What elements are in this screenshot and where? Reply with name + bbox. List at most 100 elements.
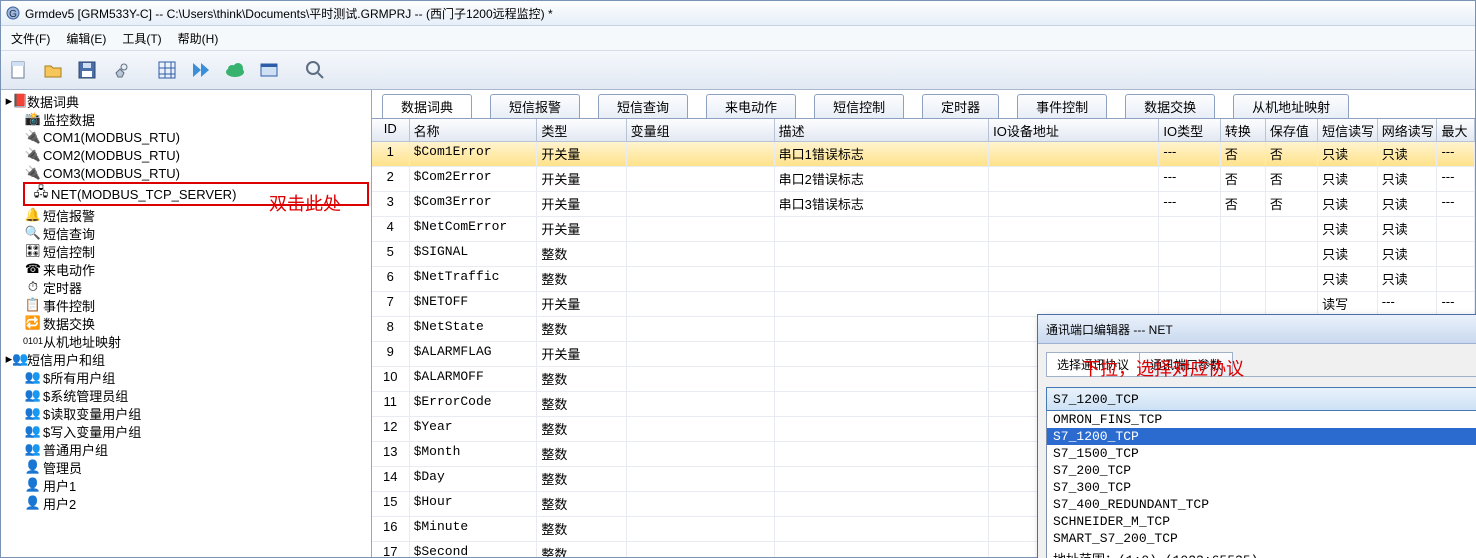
col-iotype[interactable]: IO类型: [1159, 119, 1221, 141]
comm-port-editor-dialog: 通讯端口编辑器 --- NET ✕ 选择通讯协议 通讯端口参数 S7_1200_…: [1037, 314, 1476, 558]
col-ioaddr[interactable]: IO设备地址: [989, 119, 1159, 141]
cell: 只读: [1378, 142, 1438, 166]
cell: 只读: [1378, 192, 1438, 216]
tree-com2[interactable]: 🔌COM2(MODBUS_RTU): [1, 146, 371, 164]
tree-user2[interactable]: 👤用户2: [1, 494, 371, 512]
sidebar-tree[interactable]: ▸📕数据词典 📸监控数据 🔌COM1(MODBUS_RTU) 🔌COM2(MOD…: [1, 90, 372, 557]
control-icon: 🎛: [25, 243, 41, 259]
col-desc[interactable]: 描述: [775, 119, 989, 141]
dialog-title: 通讯端口编辑器 --- NET: [1046, 321, 1173, 338]
save-icon[interactable]: [73, 56, 101, 84]
user-icon: 👤: [25, 495, 41, 511]
tree-data-exchange[interactable]: 🔁数据交换: [1, 314, 371, 332]
col-name[interactable]: 名称: [410, 119, 538, 141]
cell: [775, 392, 989, 416]
svg-text:G: G: [9, 9, 17, 20]
cell: [627, 167, 775, 191]
cell: [627, 542, 775, 557]
tree-event-ctrl[interactable]: 📋事件控制: [1, 296, 371, 314]
tree-com3[interactable]: 🔌COM3(MODBUS_RTU): [1, 164, 371, 182]
clock-icon: ⏱: [25, 279, 41, 295]
tree-group-admin[interactable]: 👥$系统管理员组: [1, 386, 371, 404]
tab-data-exchange[interactable]: 数据交换: [1125, 94, 1215, 118]
tab-slave-map[interactable]: 从机地址映射: [1233, 94, 1349, 118]
col-type[interactable]: 类型: [537, 119, 626, 141]
tree-group-all[interactable]: 👥$所有用户组: [1, 368, 371, 386]
tree-sms-users[interactable]: ▸👥短信用户和组: [1, 350, 371, 368]
cell: 11: [372, 392, 410, 416]
tree-group-write[interactable]: 👥$写入变量用户组: [1, 422, 371, 440]
list-item[interactable]: S7_300_TCP: [1047, 479, 1476, 496]
col-net[interactable]: 网络读写: [1378, 119, 1438, 141]
open-file-icon[interactable]: [39, 56, 67, 84]
tree-timer[interactable]: ⏱定时器: [1, 278, 371, 296]
table-row[interactable]: 5$SIGNAL整数只读只读: [372, 242, 1475, 267]
menu-file[interactable]: 文件(F): [5, 29, 56, 48]
col-save[interactable]: 保存值: [1266, 119, 1318, 141]
list-item-selected[interactable]: S7_1200_TCP: [1047, 428, 1476, 445]
tree-monitor[interactable]: 📸监控数据: [1, 110, 371, 128]
col-max[interactable]: 最大: [1437, 119, 1475, 141]
cell: [627, 292, 775, 316]
cell: [627, 367, 775, 391]
list-item[interactable]: OMRON_FINS_TCP: [1047, 411, 1476, 428]
dialog-titlebar[interactable]: 通讯端口编辑器 --- NET ✕: [1038, 315, 1476, 344]
cell: 整数: [537, 492, 626, 516]
tab-sms-query[interactable]: 短信查询: [598, 94, 688, 118]
window-icon[interactable]: [255, 56, 283, 84]
play-icon[interactable]: [187, 56, 215, 84]
cell: $SIGNAL: [410, 242, 538, 266]
grid-icon[interactable]: [153, 56, 181, 84]
toolbar: [1, 51, 1475, 90]
protocol-listbox[interactable]: OMRON_FINS_TCP S7_1200_TCP S7_1500_TCP S…: [1046, 411, 1476, 558]
map-icon: 0101: [25, 333, 41, 349]
table-row[interactable]: 2$Com2Error开关量串口2错误标志---否否只读只读---: [372, 167, 1475, 192]
menu-edit[interactable]: 编辑(E): [60, 29, 112, 48]
col-group[interactable]: 变量组: [627, 119, 775, 141]
menu-tools[interactable]: 工具(T): [116, 29, 167, 48]
tab-data-dict[interactable]: 数据词典: [382, 94, 472, 118]
tree-group-normal[interactable]: 👥普通用户组: [1, 440, 371, 458]
cell: [775, 417, 989, 441]
tree-sms-control[interactable]: 🎛短信控制: [1, 242, 371, 260]
list-item[interactable]: SCHNEIDER_M_TCP: [1047, 513, 1476, 530]
col-id[interactable]: ID: [372, 119, 410, 141]
search-icon[interactable]: [301, 56, 329, 84]
tree-user-admin[interactable]: 👤管理员: [1, 458, 371, 476]
tree-group-read[interactable]: 👥$读取变量用户组: [1, 404, 371, 422]
tab-sms-control[interactable]: 短信控制: [814, 94, 904, 118]
tree-sms-query[interactable]: 🔍短信查询: [1, 224, 371, 242]
settings-icon[interactable]: [107, 56, 135, 84]
list-item[interactable]: SMART_S7_200_TCP: [1047, 530, 1476, 547]
col-sms[interactable]: 短信读写: [1318, 119, 1378, 141]
cell: 否: [1266, 142, 1318, 166]
cell: ---: [1437, 142, 1475, 166]
col-conv[interactable]: 转换: [1221, 119, 1266, 141]
tree-call-action[interactable]: ☎来电动作: [1, 260, 371, 278]
table-row[interactable]: 6$NetTraffic整数只读只读: [372, 267, 1475, 292]
net-icon: 🖧: [33, 186, 49, 202]
tab-event-ctrl[interactable]: 事件控制: [1017, 94, 1107, 118]
cell: [627, 217, 775, 241]
list-item[interactable]: S7_1500_TCP: [1047, 445, 1476, 462]
new-file-icon[interactable]: [5, 56, 33, 84]
tab-timer[interactable]: 定时器: [922, 94, 999, 118]
table-row[interactable]: 3$Com3Error开关量串口3错误标志---否否只读只读---: [372, 192, 1475, 217]
protocol-combobox[interactable]: S7_1200_TCP ▼: [1046, 387, 1476, 411]
list-item[interactable]: S7_400_REDUNDANT_TCP: [1047, 496, 1476, 513]
tree-root[interactable]: ▸📕数据词典: [1, 92, 371, 110]
tree-com1[interactable]: 🔌COM1(MODBUS_RTU): [1, 128, 371, 146]
tab-call-action[interactable]: 来电动作: [706, 94, 796, 118]
tab-sms-alarm[interactable]: 短信报警: [490, 94, 580, 118]
tree-slave-map[interactable]: 0101从机地址映射: [1, 332, 371, 350]
cell: [1437, 242, 1475, 266]
cloud-icon[interactable]: [221, 56, 249, 84]
tree-user1[interactable]: 👤用户1: [1, 476, 371, 494]
table-row[interactable]: 1$Com1Error开关量串口1错误标志---否否只读只读---: [372, 142, 1475, 167]
cell: 只读: [1318, 167, 1378, 191]
menu-help[interactable]: 帮助(H): [172, 29, 225, 48]
cell: $Second: [410, 542, 538, 557]
list-item[interactable]: S7_200_TCP: [1047, 462, 1476, 479]
table-row[interactable]: 4$NetComError开关量只读只读: [372, 217, 1475, 242]
cell: [1437, 217, 1475, 241]
